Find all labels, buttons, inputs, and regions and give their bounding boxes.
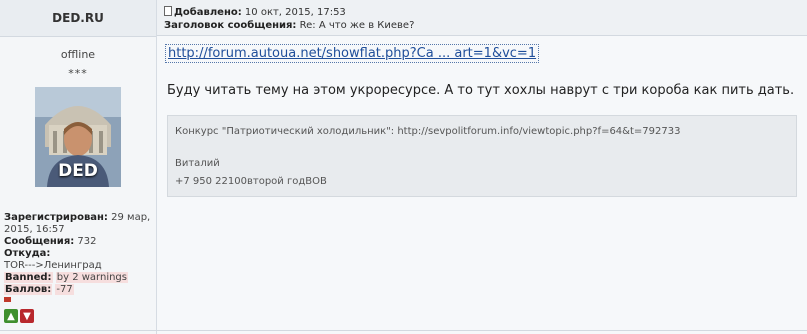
score-row: Баллов: -77 (4, 284, 152, 296)
from-value: TOR--->Ленинград (4, 260, 102, 271)
signature-name: Виталий (175, 158, 220, 169)
added-row: Добавлено: 10 окт, 2015, 17:53 (164, 6, 807, 19)
post-header: Добавлено: 10 окт, 2015, 17:53 Заголовок… (157, 0, 807, 36)
registered-row: Зарегистрирован: 29 мар, 2015, 16:57 (4, 212, 152, 236)
posts-value: 732 (77, 236, 97, 247)
signature-phone: +7 950 22100второй годВОВ (175, 176, 327, 187)
posts-label: Сообщения: (4, 236, 75, 247)
added-label: Добавлено: (174, 7, 242, 18)
signature-contest-line[interactable]: Конкурс "Патриотический холодильник": ht… (175, 126, 796, 138)
subject-label: Заголовок сообщения: (164, 20, 297, 31)
vote-buttons: ▲ ▼ (4, 309, 34, 323)
banned-row: Banned: by 2 warnings (4, 272, 152, 284)
user-rank: *** (68, 67, 88, 80)
avatar: DED (35, 87, 121, 187)
registered-label: Зарегистрирован: (4, 212, 108, 223)
score-value: -77 (55, 284, 74, 295)
from-label: Откуда: (4, 248, 51, 259)
online-status: offline (60, 48, 96, 61)
score-label: Баллов: (4, 284, 53, 295)
divider (0, 330, 807, 331)
banned-label: Banned: (4, 272, 53, 283)
banned-value: by 2 warnings (55, 272, 128, 283)
post-icon[interactable] (164, 6, 172, 16)
author-info: Зарегистрирован: 29 мар, 2015, 16:57 Соо… (4, 212, 152, 302)
author-name[interactable]: DED.RU (52, 11, 104, 25)
signature-box: Конкурс "Патриотический холодильник": ht… (167, 115, 797, 197)
post-body: Буду читать тему на этом укроресурсе. А … (167, 83, 795, 98)
avatar-label: DED (58, 161, 98, 181)
author-panel: DED.RU offline *** DED Зарегистрирован: … (0, 0, 157, 334)
ban-indicator-icon (4, 297, 11, 302)
forum-post: DED.RU offline *** DED Зарегистрирован: … (0, 0, 807, 334)
thumbs-down-icon[interactable]: ▼ (20, 309, 34, 323)
author-header: DED.RU (0, 0, 156, 37)
subject-value: Re: А что же в Киеве? (299, 20, 415, 31)
post-content: Добавлено: 10 окт, 2015, 17:53 Заголовок… (157, 0, 807, 334)
post-link[interactable]: http://forum.autoua.net/showflat.php?Ca … (165, 44, 540, 63)
subject-row: Заголовок сообщения: Re: А что же в Киев… (164, 19, 807, 32)
from-row: Откуда: (4, 248, 152, 260)
posts-row: Сообщения: 732 (4, 236, 152, 248)
added-value: 10 окт, 2015, 17:53 (244, 7, 346, 18)
thumbs-up-icon[interactable]: ▲ (4, 309, 18, 323)
